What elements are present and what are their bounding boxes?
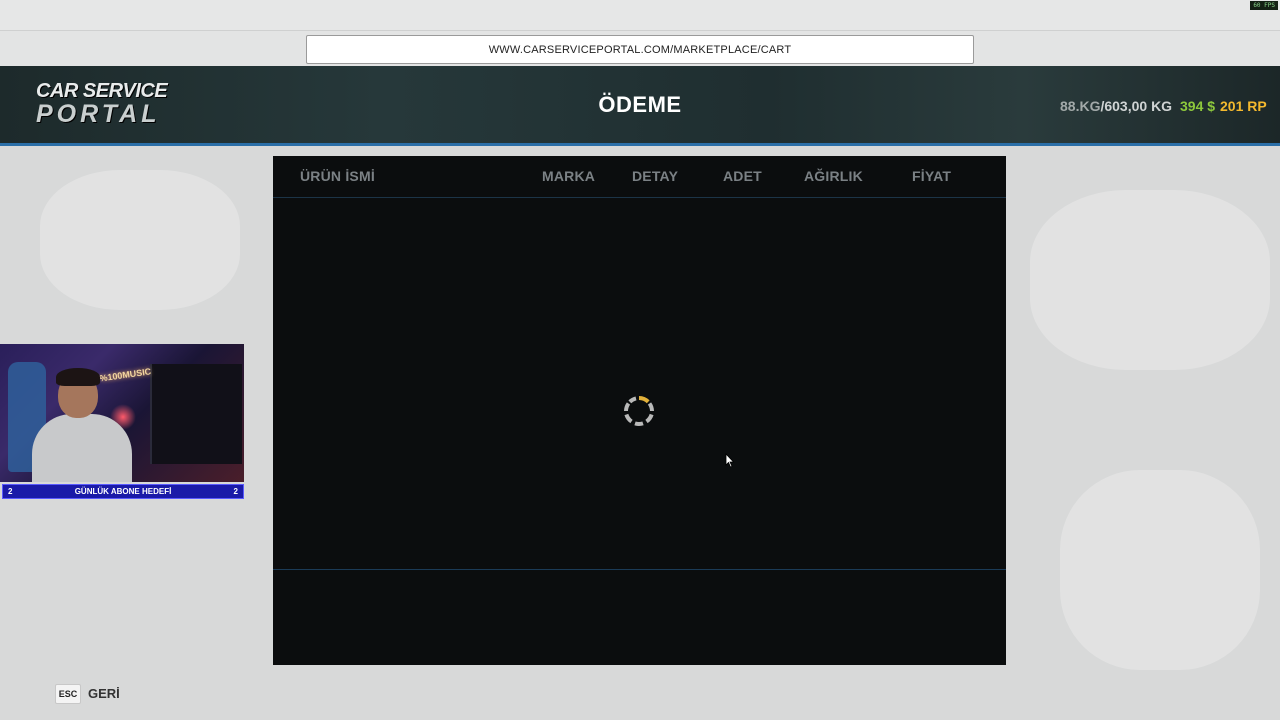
background-smoke (40, 170, 240, 310)
esc-key-button[interactable]: ESC (55, 684, 81, 704)
url-bar[interactable]: WWW.CARSERVICEPORTAL.COM/MARKETPLACE/CAR… (306, 35, 974, 64)
column-header-detail[interactable]: DETAY (632, 168, 678, 184)
column-header-price[interactable]: FİYAT (912, 168, 951, 184)
cargo-weight: 88.KG/603,00 KG (1060, 98, 1172, 114)
logo-line-2: PORTAL (36, 100, 161, 128)
rp-balance: 201 RP (1220, 98, 1267, 114)
weight-current: 88.KG (1060, 98, 1101, 114)
page-title: ÖDEME (598, 92, 682, 117)
fps-counter: 60 FPS (1250, 1, 1278, 10)
column-header-product-name[interactable]: ÜRÜN İSMİ (300, 168, 375, 184)
cart-panel: ÜRÜN İSMİ MARKA DETAY ADET AĞIRLIK FİYAT (273, 156, 1006, 665)
money-balance: 394 $ (1180, 98, 1216, 114)
webcam-person-body (32, 414, 132, 482)
game-top-strip: 60 FPS (0, 0, 1280, 31)
webcam-person-hair (56, 368, 100, 386)
goal-label: GÜNLÜK ABONE HEDEFİ (74, 487, 172, 496)
cart-footer-divider (273, 569, 1006, 570)
mouse-cursor-icon (725, 453, 735, 468)
car-service-portal-logo[interactable]: CAR SERVICE PORTAL (36, 80, 181, 130)
column-header-brand[interactable]: MARKA (542, 168, 595, 184)
background-smoke (1060, 470, 1260, 670)
streamer-webcam: %100MUSIC (0, 344, 244, 482)
logo-line-1: CAR SERVICE (36, 80, 168, 102)
back-button-label[interactable]: GERİ (88, 686, 120, 701)
webcam-neon-sign: %100MUSIC (98, 366, 152, 384)
goal-target: 2 (233, 487, 238, 496)
cart-table-header: ÜRÜN İSMİ MARKA DETAY ADET AĞIRLIK FİYAT (273, 156, 1006, 198)
column-header-quantity[interactable]: ADET (723, 168, 762, 184)
weight-max: /603,00 KG (1100, 98, 1173, 114)
webcam-monitor (150, 364, 242, 464)
subscriber-goal-bar: 2 GÜNLÜK ABONE HEDEFİ 2 (2, 484, 244, 499)
column-header-weight[interactable]: AĞIRLIK (804, 168, 863, 184)
portal-header: CAR SERVICE PORTAL ÖDEME 88.KG/603,00 KG… (0, 66, 1280, 146)
background-smoke (1030, 190, 1270, 370)
loading-spinner-icon (624, 395, 654, 427)
